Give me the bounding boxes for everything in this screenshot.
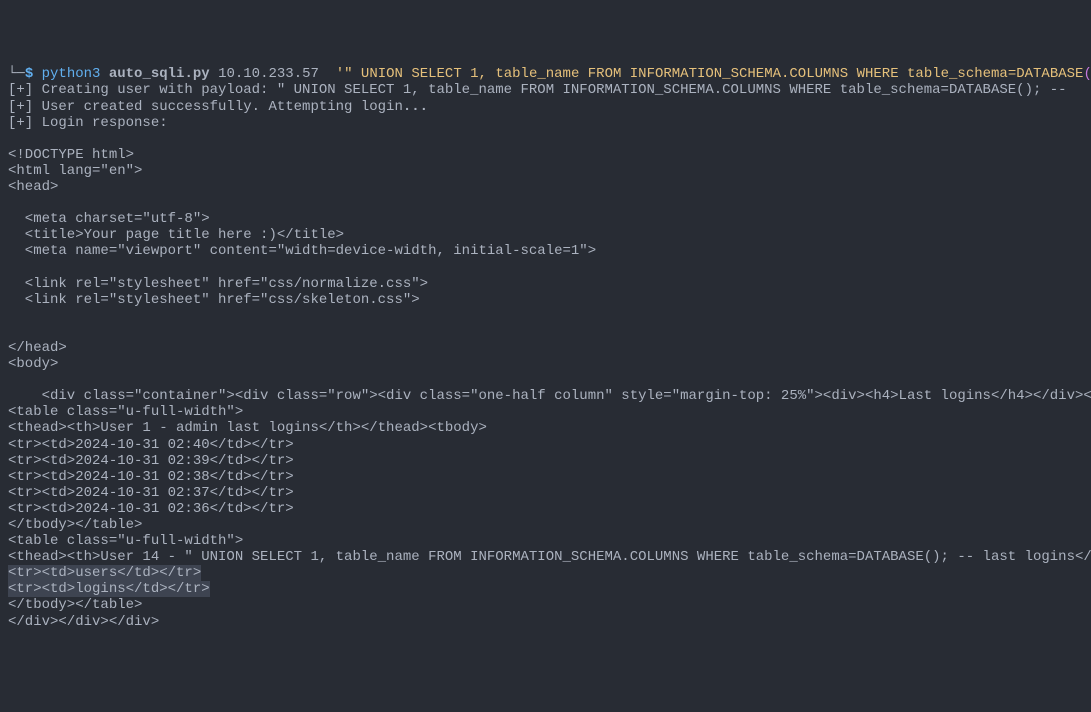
html-line-26: <thead><th>User 14 - " UNION SELECT 1, t… — [8, 549, 1083, 565]
prompt-marker: └─ — [8, 66, 25, 82]
html-line-1: <!DOCTYPE html> — [8, 147, 1083, 163]
html-line-13: </head> — [8, 340, 1083, 356]
log-line-2: [+] User created successfully. Attemptin… — [8, 99, 1083, 115]
html-line-27-highlight: <tr><td>users</td></tr> — [8, 565, 1083, 581]
prompt-dollar: $ — [25, 66, 33, 82]
highlighted-result-logins: <tr><td>logins</td></tr> — [8, 581, 210, 597]
html-line-18: <thead><th>User 1 - admin last logins</t… — [8, 420, 1083, 436]
html-line-14: <body> — [8, 356, 1083, 372]
html-line-16: <div class="container"><div class="row">… — [8, 388, 1083, 404]
html-line-15 — [8, 372, 1083, 388]
html-line-22: <tr><td>2024-10-31 02:37</td></tr> — [8, 485, 1083, 501]
html-line-30: </div></div></div> — [8, 614, 1083, 630]
html-line-4 — [8, 195, 1083, 211]
terminal-output[interactable]: └─$ python3 auto_sqli.py 10.10.233.57 '"… — [0, 64, 1091, 631]
highlighted-result-users: <tr><td>users</td></tr> — [8, 565, 201, 581]
html-line-12 — [8, 324, 1083, 340]
command-python: python3 — [42, 66, 101, 82]
blank-line — [8, 131, 1083, 147]
html-line-6: <title>Your page title here :)</title> — [8, 227, 1083, 243]
html-line-11 — [8, 308, 1083, 324]
html-line-17: <table class="u-full-width"> — [8, 404, 1083, 420]
log-line-1: [+] Creating user with payload: " UNION … — [8, 82, 1083, 98]
html-line-10: <link rel="stylesheet" href="css/skeleto… — [8, 292, 1083, 308]
command-script: auto_sqli.py — [109, 66, 210, 82]
html-line-5: <meta charset="utf-8"> — [8, 211, 1083, 227]
html-line-7: <meta name="viewport" content="width=dev… — [8, 243, 1083, 259]
command-line: └─$ python3 auto_sqli.py 10.10.233.57 '"… — [8, 66, 1083, 82]
html-line-20: <tr><td>2024-10-31 02:39</td></tr> — [8, 453, 1083, 469]
log-line-3: [+] Login response: — [8, 115, 1083, 131]
html-line-21: <tr><td>2024-10-31 02:38</td></tr> — [8, 469, 1083, 485]
html-line-19: <tr><td>2024-10-31 02:40</td></tr> — [8, 437, 1083, 453]
html-line-23: <tr><td>2024-10-31 02:36</td></tr> — [8, 501, 1083, 517]
html-line-3: <head> — [8, 179, 1083, 195]
command-payload-parens: () — [1083, 66, 1091, 82]
html-line-8 — [8, 260, 1083, 276]
html-line-25: <table class="u-full-width"> — [8, 533, 1083, 549]
command-ip: 10.10.233.57 — [218, 66, 319, 82]
html-line-2: <html lang="en"> — [8, 163, 1083, 179]
html-line-24: </tbody></table> — [8, 517, 1083, 533]
html-line-28-highlight: <tr><td>logins</td></tr> — [8, 581, 1083, 597]
html-line-29: </tbody></table> — [8, 597, 1083, 613]
command-payload-prefix: '" UNION SELECT 1, table_name FROM INFOR… — [336, 66, 1084, 82]
html-line-9: <link rel="stylesheet" href="css/normali… — [8, 276, 1083, 292]
